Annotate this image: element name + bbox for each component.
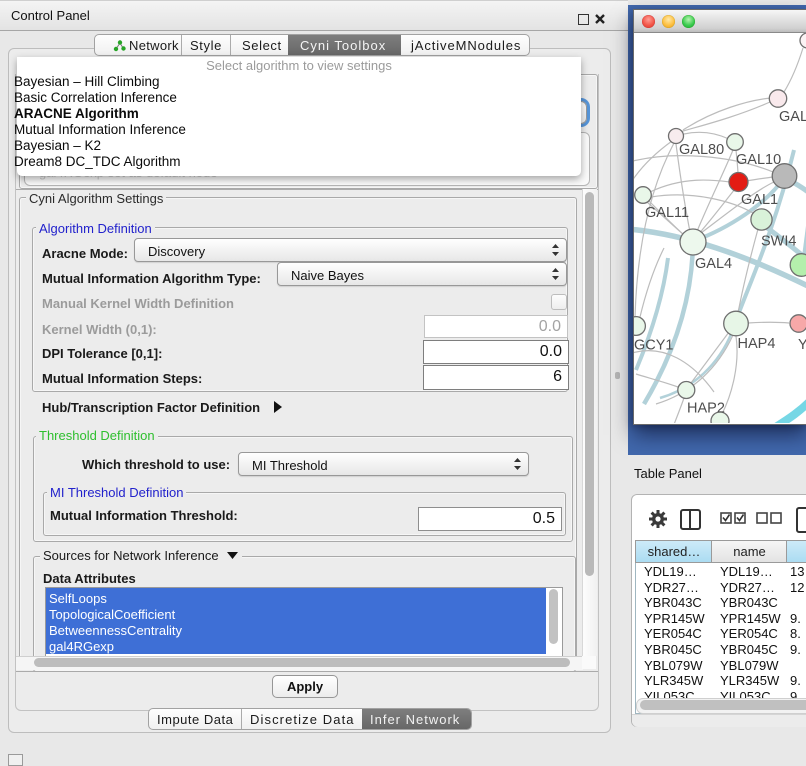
svg-text:SWI4: SWI4 (761, 234, 796, 250)
svg-text:GAL: GAL (779, 109, 806, 125)
svg-text:Y: Y (798, 337, 806, 353)
svg-text:GAL1: GAL1 (741, 192, 778, 208)
svg-text:GAL80: GAL80 (679, 142, 724, 158)
svg-text:HAP2: HAP2 (687, 401, 725, 417)
svg-text:GAL4: GAL4 (695, 256, 732, 272)
svg-text:HAP4: HAP4 (738, 336, 776, 352)
svg-text:GAL10: GAL10 (736, 152, 781, 168)
svg-text:GCY1: GCY1 (634, 338, 674, 354)
svg-text:GAL11: GAL11 (645, 205, 689, 221)
